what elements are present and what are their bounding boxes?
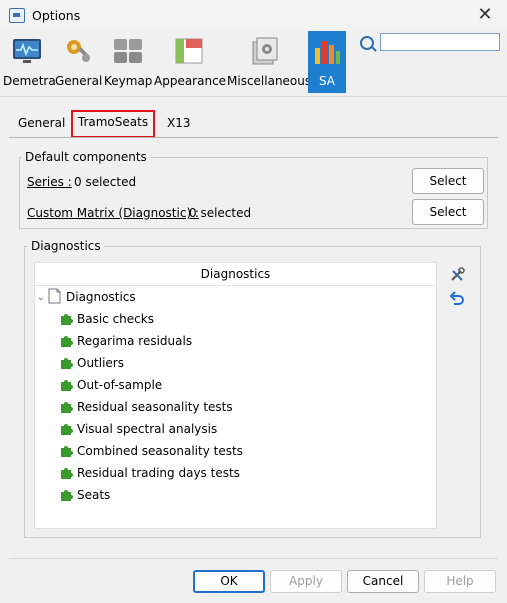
diagnostics-title: Diagnostics xyxy=(28,239,104,253)
tree-item-basic-checks[interactable]: Basic checks xyxy=(61,309,154,329)
tree-column-header[interactable]: Diagnostics xyxy=(35,263,436,286)
help-button[interactable]: Help xyxy=(424,570,496,593)
category-general[interactable]: General xyxy=(55,31,103,93)
search-input[interactable] xyxy=(380,33,500,51)
puzzle-piece-icon xyxy=(61,468,73,479)
tree-item-out-of-sample[interactable]: Out-of-sample xyxy=(61,375,163,395)
tab-general[interactable]: General xyxy=(18,113,65,135)
default-components-title: Default components xyxy=(22,150,150,164)
ok-button[interactable]: OK xyxy=(193,570,265,593)
search-icon xyxy=(360,36,374,50)
tree-item-label: Residual seasonality tests xyxy=(77,400,233,414)
category-label: Demetra xyxy=(3,74,56,88)
appearance-icon xyxy=(175,38,203,64)
close-button[interactable]: ✕ xyxy=(472,3,498,27)
category-label: Keymap xyxy=(104,74,153,88)
sa-chart-icon xyxy=(315,41,340,64)
tab-x13[interactable]: X13 xyxy=(167,113,191,135)
toolbar-divider xyxy=(0,96,507,97)
tree-item-regarima-residuals[interactable]: Regarima residuals xyxy=(61,331,193,351)
undo-icon[interactable] xyxy=(449,290,465,306)
keymap-icon xyxy=(114,39,142,63)
diagnostics-tree: Diagnostics ⌄ Diagnostics Basic checks R… xyxy=(34,262,437,529)
tree-root-diagnostics[interactable]: Diagnostics xyxy=(66,287,136,307)
puzzle-piece-icon xyxy=(61,380,73,391)
general-settings-icon xyxy=(67,40,90,62)
custom-matrix-select-button[interactable]: Select xyxy=(412,199,484,225)
custom-matrix-link[interactable]: Custom Matrix (Diagnostic) : xyxy=(27,206,199,220)
chevron-down-icon[interactable]: ⌄ xyxy=(35,290,47,306)
puzzle-piece-icon xyxy=(61,358,73,369)
category-appearance[interactable]: Appearance xyxy=(154,31,227,93)
app-icon xyxy=(9,8,25,23)
cancel-button[interactable]: Cancel xyxy=(347,570,419,593)
tree-item-label: Outliers xyxy=(77,356,124,370)
tree-item-label: Regarima residuals xyxy=(77,334,193,348)
category-keymap[interactable]: Keymap xyxy=(104,31,152,93)
category-label: General xyxy=(55,74,103,88)
category-miscellaneous[interactable]: Miscellaneous xyxy=(227,31,312,93)
puzzle-piece-icon xyxy=(61,490,73,501)
document-icon xyxy=(48,288,61,304)
category-demetra[interactable]: Demetra xyxy=(3,31,56,93)
demetra-icon xyxy=(13,39,41,63)
category-label: SA xyxy=(318,74,336,88)
puzzle-piece-icon xyxy=(61,424,73,435)
tree-item-visual-spectral-analysis[interactable]: Visual spectral analysis xyxy=(61,419,218,439)
tree-item-combined-seasonality-tests[interactable]: Combined seasonality tests xyxy=(61,441,243,461)
tree-item-label: Visual spectral analysis xyxy=(77,422,218,436)
tree-item-label: Out-of-sample xyxy=(77,378,163,392)
tree-item-label: Basic checks xyxy=(77,312,154,326)
category-label: Appearance xyxy=(154,74,227,88)
tree-item-outliers[interactable]: Outliers xyxy=(61,353,124,373)
puzzle-piece-icon xyxy=(61,402,73,413)
puzzle-piece-icon xyxy=(61,336,73,347)
series-select-button[interactable]: Select xyxy=(412,168,484,194)
window-title: Options xyxy=(32,8,81,23)
puzzle-piece-icon xyxy=(61,446,73,457)
footer-divider xyxy=(9,558,498,559)
tree-item-residual-seasonality-tests[interactable]: Residual seasonality tests xyxy=(61,397,233,417)
category-label: Miscellaneous xyxy=(227,74,312,88)
tab-tramoseats[interactable]: TramoSeats xyxy=(71,110,155,138)
apply-button[interactable]: Apply xyxy=(270,570,342,593)
custom-matrix-value: 0 selected xyxy=(189,206,252,220)
tree-item-seats[interactable]: Seats xyxy=(61,485,111,505)
tree-item-label: Residual trading days tests xyxy=(77,466,240,480)
category-sa[interactable]: SA xyxy=(308,31,346,93)
miscellaneous-icon xyxy=(252,37,278,65)
tools-icon[interactable] xyxy=(449,267,465,283)
series-link[interactable]: Series : xyxy=(27,175,72,189)
series-value: 0 selected xyxy=(74,175,137,189)
tab-divider xyxy=(9,137,498,138)
puzzle-piece-icon xyxy=(61,314,73,325)
tree-item-residual-trading-days-tests[interactable]: Residual trading days tests xyxy=(61,463,240,483)
tree-item-label: Seats xyxy=(77,488,111,502)
tree-item-label: Combined seasonality tests xyxy=(77,444,243,458)
